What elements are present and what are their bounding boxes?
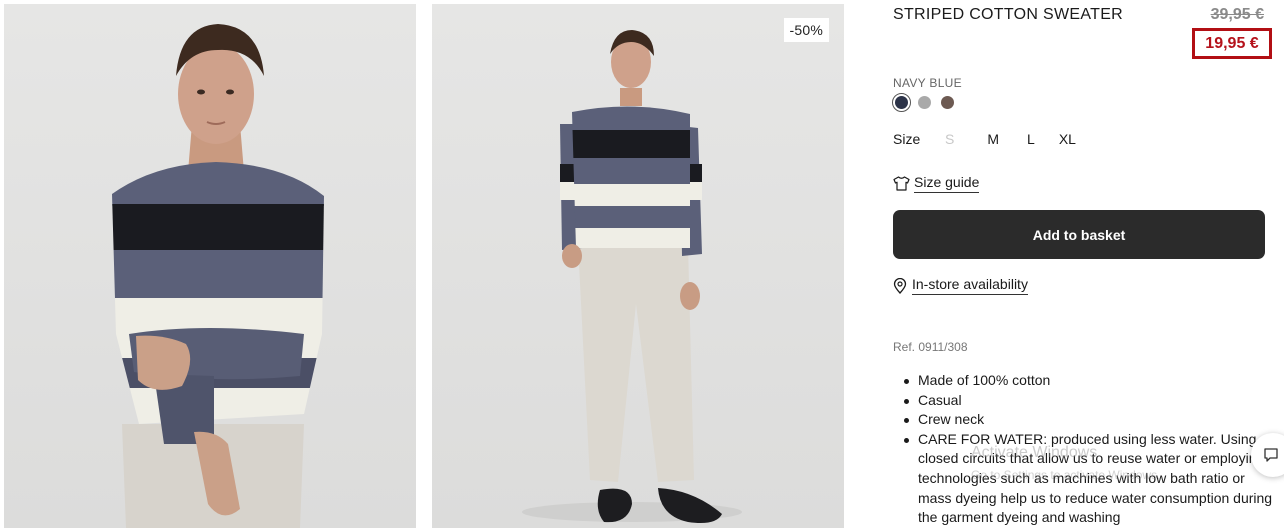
location-pin-icon [893, 277, 907, 294]
swatch-grey[interactable] [918, 96, 931, 109]
in-store-availability-label: In-store availability [912, 276, 1028, 295]
add-to-basket-button[interactable]: Add to basket [893, 210, 1265, 259]
highlighted-price-box: 19,95 € [1192, 28, 1272, 59]
product-features-list: Made of 100% cotton Casual Crew neck CAR… [904, 371, 1278, 528]
size-guide-link[interactable]: Size guide [893, 174, 980, 193]
size-option-m[interactable]: M [987, 131, 999, 147]
list-item: Casual [904, 391, 1278, 411]
product-info-panel: STRIPED COTTON SWEATER 39,95 € 19,95 € N… [892, 0, 1284, 528]
list-item: Crew neck [904, 410, 1278, 430]
product-title: STRIPED COTTON SWEATER [893, 6, 1124, 23]
in-store-availability-link[interactable]: In-store availability [893, 276, 1028, 295]
list-item: CARE FOR WATER: produced using less wate… [904, 430, 1278, 528]
size-option-xl[interactable]: XL [1059, 131, 1076, 147]
model-closeup-illustration [112, 24, 324, 528]
old-price: 39,95 € [1210, 6, 1264, 23]
color-swatches [892, 93, 954, 112]
size-option-s[interactable]: S [945, 131, 954, 147]
discount-badge: -50% [783, 18, 829, 42]
product-image-fullbody[interactable]: -50% [432, 4, 844, 528]
chat-icon [1264, 448, 1278, 462]
sale-price: 19,95 € [1205, 34, 1259, 52]
size-selector: Size S M L XL [893, 131, 1076, 147]
product-reference: Ref. 0911/308 [893, 340, 968, 354]
swatch-navy-blue[interactable] [892, 93, 911, 112]
tshirt-icon [893, 176, 910, 191]
product-image-closeup[interactable] [4, 4, 416, 528]
size-option-l[interactable]: L [1027, 131, 1035, 147]
list-item: Made of 100% cotton [904, 371, 1278, 391]
size-label: Size [893, 131, 921, 147]
model-fullbody-illustration [522, 30, 742, 523]
selected-color-name: NAVY BLUE [893, 76, 962, 90]
swatch-brown[interactable] [941, 96, 954, 109]
size-guide-label: Size guide [914, 174, 980, 193]
